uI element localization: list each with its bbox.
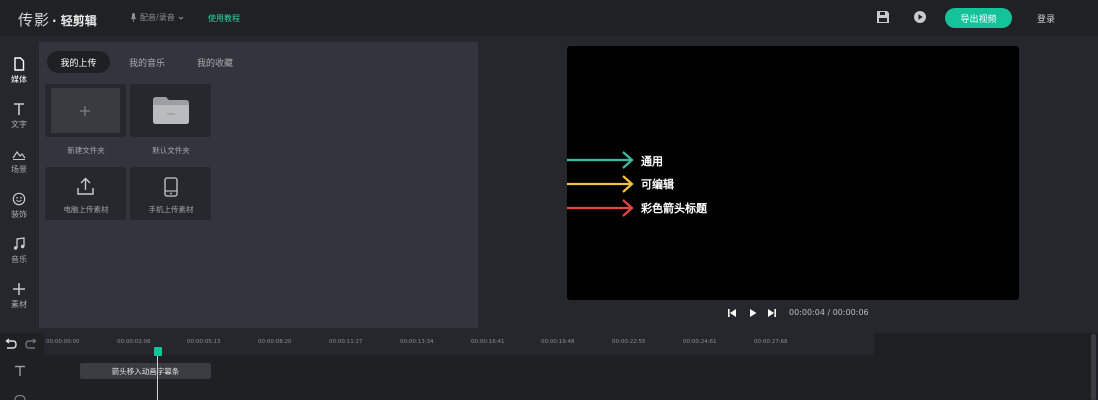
music-note-icon xyxy=(13,237,25,250)
sidebar-label-music: 音乐 xyxy=(11,255,27,264)
arrow-red-icon xyxy=(567,199,634,217)
pc-upload-label: 电脑上传素材 xyxy=(63,205,109,214)
arrow-yellow-icon xyxy=(567,175,634,193)
ruler-tick-label: 00:00:08:20 xyxy=(258,339,292,345)
sidebar-label-text: 文字 xyxy=(11,120,27,129)
video-preview[interactable]: 通用 可编辑 彩色箭头标题 xyxy=(567,46,1019,300)
upload-icon xyxy=(77,177,94,195)
ruler-tick-label: 00:00:02:06 xyxy=(117,339,151,345)
microphone-icon xyxy=(130,13,137,22)
new-folder-tile[interactable] xyxy=(45,84,126,137)
tab-my-uploads[interactable]: 我的上传 xyxy=(47,51,110,73)
playhead-handle[interactable] xyxy=(154,347,162,356)
plus-icon xyxy=(80,106,90,116)
arrow-label-editable: 可编辑 xyxy=(641,178,674,191)
sidebar-item-music[interactable]: 音乐 xyxy=(0,227,38,271)
timeline-clip[interactable]: 箭头移入动画字幕条 xyxy=(80,363,211,379)
sidebar-item-text[interactable]: 文字 xyxy=(0,92,38,136)
export-video-button[interactable]: 导出视频 xyxy=(945,8,1012,28)
timeline-scrollbar[interactable] xyxy=(1091,334,1096,400)
timeline-ruler[interactable] xyxy=(44,333,874,355)
plus-icon xyxy=(13,283,25,295)
sidebar-label-scene: 场景 xyxy=(11,165,27,174)
ruler-tick-label: 00:00:22:55 xyxy=(612,339,646,345)
login-link[interactable]: 登录 xyxy=(1037,12,1055,25)
play-icon[interactable] xyxy=(748,306,758,320)
logo-text: · 轻剪辑 xyxy=(52,14,97,28)
arrow-label-general: 通用 xyxy=(641,155,663,168)
skip-back-icon[interactable] xyxy=(727,306,737,320)
media-library-panel: 我的上传 我的音乐 我的收藏 新建文件夹 默认文件夹 电脑上传素材 手机上传素材 xyxy=(39,42,478,328)
arrow-teal-icon xyxy=(567,151,634,169)
tab-my-music[interactable]: 我的音乐 xyxy=(119,51,175,73)
redo-icon[interactable] xyxy=(25,338,38,350)
phone-upload-label: 手机上传素材 xyxy=(148,205,194,214)
folder-icon xyxy=(153,97,189,124)
pc-upload-tile[interactable]: 电脑上传素材 xyxy=(45,167,126,220)
ruler-tick-label: 00:00:11:27 xyxy=(329,339,363,345)
sidebar-item-decoration[interactable]: 装饰 xyxy=(0,182,38,226)
mountain-icon xyxy=(12,150,26,160)
sidebar-label-decoration: 装饰 xyxy=(11,210,27,219)
save-icon[interactable] xyxy=(876,10,890,24)
skip-forward-icon[interactable] xyxy=(767,306,777,320)
text-icon xyxy=(14,103,24,115)
sidebar-item-material[interactable]: 素材 xyxy=(0,272,38,316)
arrow-label-color-title: 彩色箭头标题 xyxy=(641,202,707,215)
app-logo[interactable]: 传影 · 轻剪辑 xyxy=(18,9,97,30)
ruler-tick-label: 00:00:16:41 xyxy=(471,339,505,345)
tab-my-favorites[interactable]: 我的收藏 xyxy=(187,51,243,73)
undo-icon[interactable] xyxy=(4,338,17,350)
ruler-tick-label: 00:00:00:00 xyxy=(46,339,80,345)
file-icon xyxy=(14,57,25,71)
default-folder-tile[interactable] xyxy=(130,84,211,137)
ruler-tick-label: 00:00:27:68 xyxy=(754,339,788,345)
dub-record-menu[interactable]: 配音/录音 xyxy=(130,12,184,23)
logo-mark: 传影 xyxy=(18,11,51,29)
default-folder-label: 默认文件夹 xyxy=(152,146,190,155)
sidebar-label-media: 媒体 xyxy=(11,75,27,84)
phone-upload-tile[interactable]: 手机上传素材 xyxy=(130,167,211,220)
chevron-down-icon xyxy=(178,16,184,20)
phone-icon xyxy=(164,177,178,197)
ruler-tick-label: 00:00:19:48 xyxy=(541,339,575,345)
new-folder-label: 新建文件夹 xyxy=(67,146,105,155)
sidebar-item-scene[interactable]: 场景 xyxy=(0,137,38,181)
timecode: 00:00:04 / 00:00:06 xyxy=(789,308,869,317)
decoration-track-icon xyxy=(14,395,26,400)
sidebar-label-material: 素材 xyxy=(11,300,27,309)
dub-label: 配音/录音 xyxy=(140,13,175,22)
text-track-icon xyxy=(15,365,25,376)
tutorial-link[interactable]: 使用教程 xyxy=(208,13,240,24)
smile-icon xyxy=(12,192,26,206)
sidebar-item-media[interactable]: 媒体 xyxy=(0,47,38,91)
ruler-tick-label: 00:00:05:13 xyxy=(187,339,221,345)
ruler-tick-label: 00:00:24:61 xyxy=(683,339,717,345)
play-preview-icon[interactable] xyxy=(913,10,927,24)
playhead-line xyxy=(157,352,158,400)
ruler-tick-label: 00:00:13:34 xyxy=(400,339,434,345)
